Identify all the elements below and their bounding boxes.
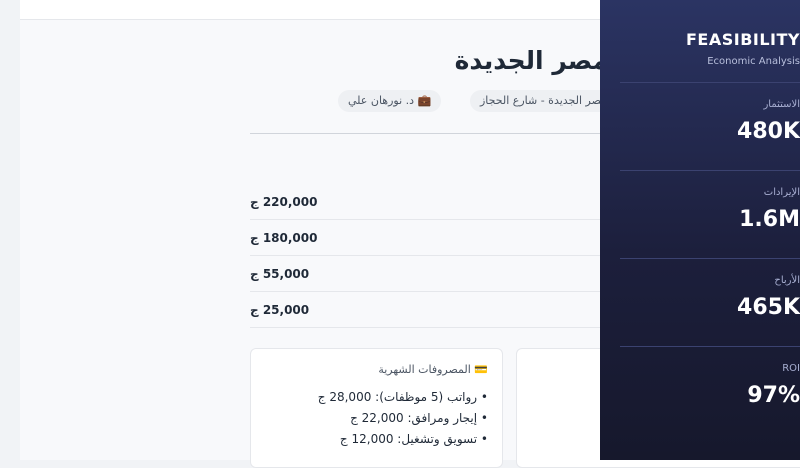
card-title: 💳 المصروفات الشهرية: [378, 363, 488, 376]
metric-value: 97%: [747, 383, 800, 408]
page-title: مصر الجديدة: [454, 46, 608, 75]
metric-investment: الاستثمار 480K: [620, 82, 800, 171]
metric-value: 465K: [737, 295, 800, 320]
feasibility-sidebar: FEASIBILITY Economic Analysis الاستثمار …: [600, 0, 800, 460]
metric-label: الاستثمار: [763, 99, 800, 110]
expense-list: رواتب (5 موظفات): 28,000 ج إيجار ومرافق:…: [318, 387, 488, 450]
list-item: رواتب (5 موظفات): 28,000 ج: [318, 387, 488, 408]
metric-label: الإيرادات: [763, 187, 800, 198]
monthly-expenses-card: 💳 المصروفات الشهرية رواتب (5 موظفات): 28…: [250, 348, 503, 468]
cost-value: 55,000 ج: [250, 267, 310, 281]
metric-value: 1.6M: [739, 207, 800, 232]
metric-value: 480K: [737, 119, 800, 144]
cost-value: 180,000 ج: [250, 231, 318, 245]
list-item: إيجار ومرافق: 22,000 ج: [318, 408, 488, 429]
metric-label: ROI: [782, 363, 800, 374]
sidebar-title: FEASIBILITY: [685, 30, 800, 49]
metric-roi: ROI 97%: [620, 346, 800, 435]
metric-revenue: الإيرادات 1.6M: [620, 170, 800, 259]
cost-value: 220,000 ج: [250, 195, 318, 209]
location-chip: مصر الجديدة - شارع الحجاز: [470, 90, 618, 112]
cost-value: 25,000 ج: [250, 303, 310, 317]
metric-profit: الأرباح 465K: [620, 258, 800, 347]
sidebar-subtitle: Economic Analysis: [707, 56, 800, 67]
list-item: تسويق وتشغيل: 12,000 ج: [318, 429, 488, 450]
metric-label: الأرباح: [774, 275, 800, 286]
consultant-chip: 💼 د. نورهان علي: [338, 90, 442, 112]
